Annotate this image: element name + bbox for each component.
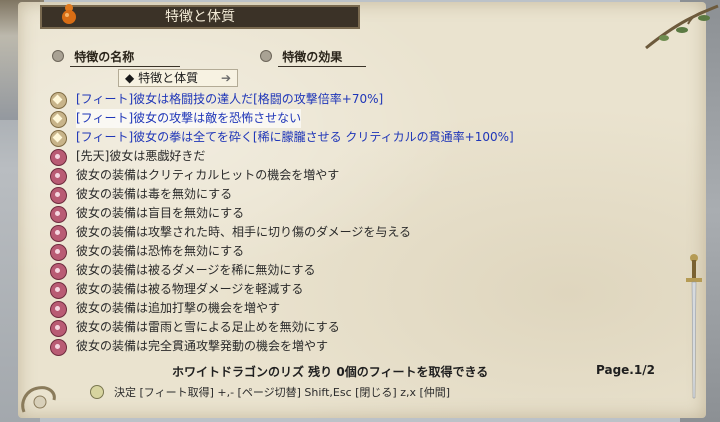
- swirl-badge-icon: [50, 168, 67, 185]
- item-text: 彼女の装備は雷雨と雪による足止めを無効にする: [76, 320, 340, 334]
- swirl-badge-icon: [50, 244, 67, 261]
- list-item[interactable]: 彼女の装備は被る物理ダメージを軽減する: [48, 280, 688, 299]
- window-title: 特徴と体質: [165, 9, 235, 25]
- star-badge-icon: [50, 111, 67, 128]
- item-text: 彼女の装備は追加打撃の機会を増やす: [76, 301, 281, 315]
- swirl-badge-icon: [50, 282, 67, 299]
- column-pip-icon: [52, 50, 64, 62]
- item-text: 彼女の装備は完全貫通攻撃発動の機会を増やす: [76, 339, 329, 353]
- list-item[interactable]: 彼女の装備はクリティカルヒットの機会を増やす: [48, 166, 688, 185]
- item-text: 彼女の装備は攻撃された時、相手に切り傷のダメージを与える: [76, 225, 412, 239]
- page-indicator: Page.1/2: [596, 363, 655, 377]
- gourd-icon: [62, 4, 76, 24]
- hint-bulb-icon: [90, 385, 104, 399]
- sword-icon: [686, 254, 702, 399]
- list-item[interactable]: [先天]彼女は悪戯好きだ: [48, 147, 688, 166]
- swirl-badge-icon: [50, 206, 67, 223]
- list-item[interactable]: [フィート]彼女の拳は全てを砕く[稀に朦朧させる クリティカルの貫通率+100%…: [48, 128, 688, 147]
- swirl-badge-icon: [50, 320, 67, 337]
- column-pip-icon: [260, 50, 272, 62]
- item-text: 彼女の装備は毒を無効にする: [76, 187, 233, 201]
- column-header-name-label: 特徴の名称: [74, 50, 135, 64]
- list-item[interactable]: 彼女の装備は盲目を無効にする: [48, 204, 688, 223]
- item-text: 彼女の装備はクリティカルヒットの機会を増やす: [76, 168, 340, 182]
- list-item[interactable]: 彼女の装備は追加打撃の機会を増やす: [48, 299, 688, 318]
- key-hint-text: 決定 [フィート取得] +,- [ページ切替] Shift,Esc [閉じる] …: [114, 386, 451, 399]
- star-badge-icon: [50, 130, 67, 147]
- column-header-effect[interactable]: 特徴の効果: [260, 48, 366, 67]
- remaining-feats-status: ホワイトドラゴンのリズ 残り 0個のフィートを取得できる: [172, 365, 489, 379]
- list-item[interactable]: 彼女の装備は恐怖を無効にする: [48, 242, 688, 261]
- category-bullet-icon: ◆: [125, 71, 135, 85]
- branch-decoration-icon: [645, 4, 719, 50]
- swirl-badge-icon: [50, 187, 67, 204]
- window-title-bar: 特徴と体質: [40, 5, 360, 29]
- item-text: 彼女の装備は被るダメージを稀に無効にする: [76, 263, 316, 277]
- category-arrow-icon: ➔: [220, 71, 231, 85]
- item-text: 彼女の装備は恐怖を無効にする: [76, 244, 245, 258]
- swirl-badge-icon: [50, 225, 67, 242]
- item-text: 彼女の装備は盲目を無効にする: [76, 206, 245, 220]
- column-header-name[interactable]: 特徴の名称: [52, 48, 180, 67]
- trait-list: [フィート]彼女は格闘技の達人だ[格闘の攻撃倍率+70%] [フィート]彼女の攻…: [48, 90, 688, 356]
- item-text: [フィート]彼女は格闘技の達人だ[格闘の攻撃倍率+70%]: [76, 92, 384, 106]
- star-badge-icon: [50, 92, 67, 109]
- list-item[interactable]: 彼女の装備は被るダメージを稀に無効にする: [48, 261, 688, 280]
- list-item[interactable]: 彼女の装備は毒を無効にする: [48, 185, 688, 204]
- list-item[interactable]: [フィート]彼女の攻撃は敵を恐怖させない: [48, 109, 688, 128]
- column-header-effect-label: 特徴の効果: [282, 50, 343, 64]
- list-item[interactable]: 彼女の装備は攻撃された時、相手に切り傷のダメージを与える: [48, 223, 688, 242]
- list-item[interactable]: 彼女の装備は雷雨と雪による足止めを無効にする: [48, 318, 688, 337]
- swirl-badge-icon: [50, 301, 67, 318]
- item-text: [フィート]彼女の攻撃は敵を恐怖させない: [76, 109, 302, 128]
- swirl-badge-icon: [50, 263, 67, 280]
- item-text: [フィート]彼女の拳は全てを砕く[稀に朦朧させる クリティカルの貫通率+100%…: [76, 130, 514, 144]
- category-label: 特徴と体質: [138, 71, 199, 85]
- swirl-badge-icon: [50, 149, 67, 166]
- scroll-ornament-icon: [21, 386, 56, 413]
- item-text: 彼女の装備は被る物理ダメージを軽減する: [76, 282, 304, 296]
- list-item[interactable]: [フィート]彼女は格闘技の達人だ[格闘の攻撃倍率+70%]: [48, 90, 688, 109]
- swirl-badge-icon: [50, 339, 67, 356]
- item-text: [先天]彼女は悪戯好きだ: [76, 149, 206, 163]
- list-item[interactable]: 彼女の装備は完全貫通攻撃発動の機会を増やす: [48, 337, 688, 356]
- category-selector[interactable]: ◆ 特徴と体質 ➔: [118, 69, 238, 87]
